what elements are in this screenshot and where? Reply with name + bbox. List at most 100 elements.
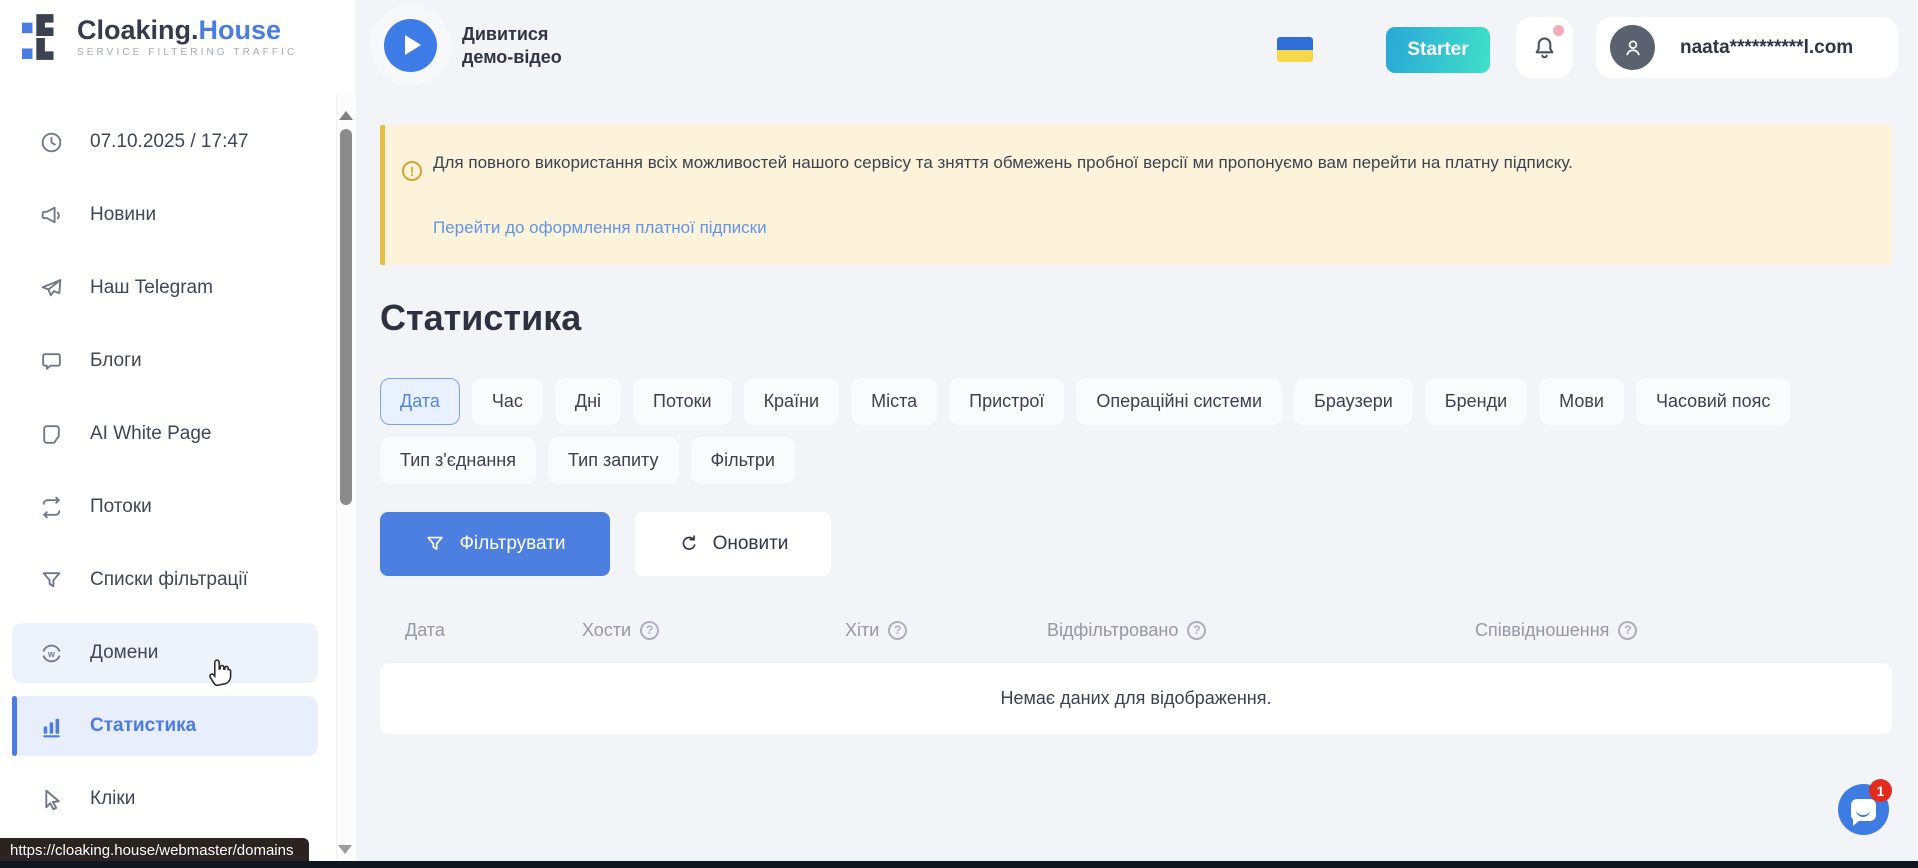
filter-tab-request-type[interactable]: Тип запиту — [548, 437, 679, 484]
demo-video-label-line1: Дивитися — [462, 23, 562, 46]
window-bottom-edge — [0, 861, 1918, 868]
sidebar-nav: 07.10.2025 / 17:47 Новини Наш Telegram Блог… — [0, 112, 336, 842]
scrollbar-down-arrow[interactable] — [338, 845, 352, 854]
sidebar-item-filter-lists[interactable]: Списки фільтрації — [12, 550, 318, 610]
demo-video-label[interactable]: Дивитися демо-відео — [462, 23, 562, 69]
sidebar-item-streams[interactable]: Потоки — [12, 477, 318, 537]
svg-text:w: w — [47, 648, 55, 658]
plan-starter-button[interactable]: Starter — [1386, 27, 1490, 73]
brand-title: Cloaking.House — [77, 16, 297, 44]
sidebar-item-news[interactable]: Новини — [12, 185, 318, 245]
filter-tab-date[interactable]: Дата — [380, 378, 460, 425]
loop-icon — [38, 494, 64, 520]
sidebar-scrollbar-thumb[interactable] — [340, 129, 352, 505]
column-header-date: Дата — [405, 620, 582, 641]
chat-bubble-icon — [38, 348, 64, 374]
column-label: Хіти — [845, 620, 879, 641]
sidebar-item-label: Кліки — [90, 788, 135, 810]
avatar — [1610, 25, 1655, 70]
play-icon — [405, 35, 421, 55]
funnel-icon — [424, 533, 446, 555]
globe-w-icon: w — [38, 640, 64, 666]
page-title: Статистика — [380, 297, 581, 339]
brand-text: Cloaking.House SERVICE FILTERING TRAFFIC — [77, 16, 297, 58]
filter-tab-streams[interactable]: Потоки — [633, 378, 732, 425]
filter-button[interactable]: Фільтрувати — [380, 512, 610, 576]
filter-tab-time[interactable]: Час — [472, 378, 543, 425]
refresh-button-label: Оновити — [713, 533, 789, 555]
chat-bubble-icon — [1851, 799, 1876, 821]
paper-plane-icon — [38, 275, 64, 301]
warning-icon: ! — [402, 161, 422, 181]
sidebar-item-label: Блоги — [90, 350, 142, 372]
cursor-icon — [38, 786, 64, 812]
notifications-button[interactable] — [1516, 17, 1573, 78]
page-icon — [38, 421, 64, 447]
trial-warning-text: Для повного використання всіх можливосте… — [433, 151, 1803, 174]
filter-button-label: Фільтрувати — [459, 533, 565, 555]
demo-video-play-button[interactable] — [384, 19, 437, 72]
user-email: naata**********l.com — [1680, 37, 1853, 59]
filter-tab-os[interactable]: Операційні системи — [1076, 378, 1282, 425]
column-label: Хости — [582, 620, 631, 641]
filter-tab-connection-type[interactable]: Тип з'єднання — [380, 437, 536, 484]
help-icon[interactable]: ? — [888, 621, 907, 640]
column-label: Відфільтровано — [1047, 620, 1178, 641]
chat-unread-badge: 1 — [1869, 779, 1892, 802]
sidebar-item-clicks[interactable]: Кліки — [12, 769, 318, 829]
empty-state-text: Немає даних для відображення. — [1001, 688, 1272, 709]
filter-tab-cities[interactable]: Міста — [851, 378, 937, 425]
column-header-filtered: Відфільтровано? — [1047, 620, 1475, 641]
refresh-button[interactable]: Оновити — [635, 512, 831, 576]
statistics-table-header: ДатаХости?Хіти?Відфільтровано?Співвіднош… — [380, 612, 1892, 648]
help-icon[interactable]: ? — [640, 621, 659, 640]
filter-tab-languages[interactable]: Мови — [1539, 378, 1624, 425]
action-buttons: Фільтрувати Оновити — [380, 512, 831, 576]
bar-chart-icon — [38, 713, 64, 739]
column-label: Співвідношення — [1475, 620, 1609, 641]
sidebar-item-domains[interactable]: wДомени — [12, 623, 318, 683]
sidebar-item-datetime[interactable]: 07.10.2025 / 17:47 — [12, 112, 318, 172]
sidebar-item-blogs[interactable]: Блоги — [12, 331, 318, 391]
help-icon[interactable]: ? — [1187, 621, 1206, 640]
sidebar-item-label: Статистика — [90, 715, 196, 737]
bell-icon — [1530, 33, 1559, 62]
sidebar-item-label: 07.10.2025 / 17:47 — [90, 131, 248, 153]
ukraine-flag-icon[interactable] — [1277, 37, 1313, 62]
help-icon[interactable]: ? — [1618, 621, 1637, 640]
filter-tab-filters[interactable]: Фільтри — [691, 437, 795, 484]
filter-tab-devices[interactable]: Пристрої — [949, 378, 1064, 425]
sidebar-item-label: Потоки — [90, 496, 152, 518]
megaphone-icon — [38, 202, 64, 228]
sidebar-item-statistics[interactable]: Статистика — [12, 696, 318, 756]
sidebar-item-ai-white-page[interactable]: AI White Page — [12, 404, 318, 464]
demo-video-label-line2: демо-відео — [462, 46, 562, 69]
empty-state-row: Немає даних для відображення. — [380, 663, 1892, 734]
statistics-filter-tabs: Дата Час Дні Потоки КраїниМіста Пристрої Опера… — [380, 378, 1900, 484]
filter-tab-browsers[interactable]: Браузери — [1294, 378, 1413, 425]
refresh-icon — [678, 533, 700, 555]
brand-logo-icon — [22, 13, 64, 61]
flag-blue-stripe — [1277, 37, 1313, 50]
filter-tab-days[interactable]: Дні — [555, 378, 621, 425]
funnel-icon — [38, 567, 64, 593]
trial-warning-banner: ! Для повного використання всіх можливос… — [380, 125, 1892, 265]
sidebar-item-label: Наш Telegram — [90, 277, 213, 299]
column-header-hosts: Хости? — [582, 620, 845, 641]
brand-logo[interactable]: Cloaking.House SERVICE FILTERING TRAFFIC — [22, 13, 297, 61]
chat-smile-icon — [1856, 807, 1870, 817]
filter-tab-timezone[interactable]: Часовий пояс — [1636, 378, 1790, 425]
scrollbar-up-arrow[interactable] — [339, 111, 353, 120]
notification-dot — [1553, 25, 1564, 36]
sidebar-item-label: Списки фільтрації — [90, 569, 248, 591]
person-icon — [1620, 35, 1646, 61]
filter-tab-countries[interactable]: Країни — [744, 378, 840, 425]
subscription-link[interactable]: Перейти до оформлення платної підписки — [433, 218, 767, 238]
filter-tab-brands[interactable]: Бренди — [1425, 378, 1527, 425]
flag-yellow-stripe — [1277, 50, 1313, 62]
sidebar-item-telegram[interactable]: Наш Telegram — [12, 258, 318, 318]
sidebar-item-label: AI White Page — [90, 423, 211, 445]
sidebar-item-label: Новини — [90, 204, 156, 226]
column-header-hits: Хіти? — [845, 620, 1047, 641]
user-account-button[interactable]: naata**********l.com — [1596, 17, 1898, 78]
